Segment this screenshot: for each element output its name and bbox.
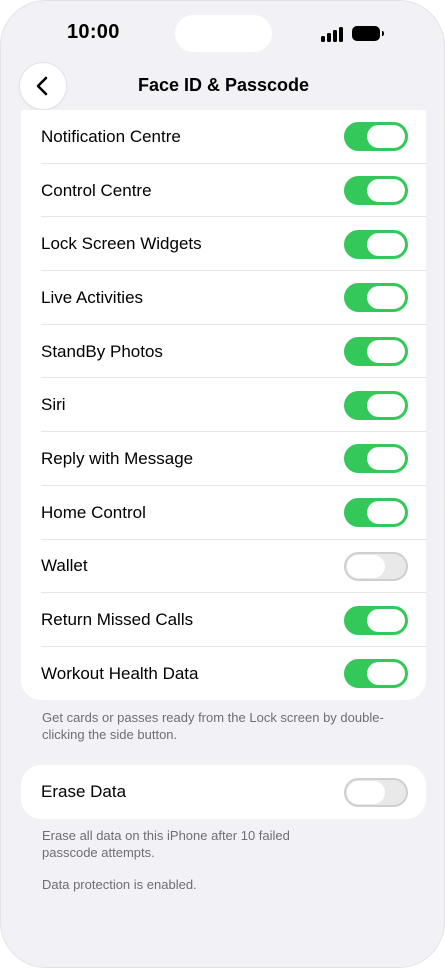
toggle-row: Workout Health Data	[21, 647, 426, 700]
row-label: Erase Data	[41, 782, 127, 801]
toggle-row: Siri	[21, 378, 426, 433]
status-time: 10:00	[67, 21, 120, 43]
dynamic-island	[175, 15, 272, 52]
row-label: Control Centre	[41, 180, 152, 200]
wallet-footnote: Get cards or passes ready from the Lock …	[42, 710, 384, 742]
toggle-row: Reply with Message	[21, 432, 426, 486]
control-centre-toggle[interactable]	[344, 176, 408, 206]
workout-health-data-toggle[interactable]	[344, 659, 408, 689]
home-control-toggle[interactable]	[344, 498, 408, 528]
toggle-row: Live Activities	[21, 271, 426, 325]
standby-photos-toggle[interactable]	[344, 337, 408, 367]
live-activities-toggle[interactable]	[344, 283, 408, 313]
row-label: Siri	[41, 395, 66, 415]
notification-centre-toggle[interactable]	[344, 122, 408, 152]
battery-icon	[352, 26, 384, 41]
siri-toggle[interactable]	[344, 390, 408, 420]
cellular-signal-icon	[321, 27, 345, 42]
return-missed-calls-toggle[interactable]	[344, 605, 408, 635]
phone-screen: 10:00 Face ID & Passcode Notification Ce…	[0, 0, 445, 968]
toggle-row: Control Centre	[21, 164, 426, 218]
toggle-row: Erase Data	[21, 765, 426, 819]
row-label: Workout Health Data	[41, 663, 199, 683]
erase-data-group: Erase Data	[21, 765, 426, 819]
status-bar: 10:00	[1, 1, 444, 65]
wallet-toggle[interactable]	[344, 551, 408, 581]
row-label: Home Control	[41, 502, 146, 522]
row-label: Reply with Message	[41, 448, 194, 468]
toggle-row: StandBy Photos	[21, 325, 426, 379]
row-label: Wallet	[41, 556, 88, 576]
toggle-row: Lock Screen Widgets	[21, 217, 426, 272]
data-protection-note: Data protection is enabled.	[42, 877, 197, 892]
erase-data-toggle[interactable]	[344, 777, 408, 807]
toggle-row: Home Control	[21, 486, 426, 540]
lock-screen-widgets-toggle[interactable]	[344, 229, 408, 259]
toggle-row: Notification Centre	[21, 110, 426, 164]
row-label: Return Missed Calls	[41, 610, 194, 630]
row-label: Notification Centre	[41, 126, 181, 146]
toggle-row: Wallet	[21, 540, 426, 594]
row-label: StandBy Photos	[41, 341, 163, 361]
row-label: Live Activities	[41, 287, 144, 307]
row-label: Lock Screen Widgets	[41, 234, 202, 254]
lock-screen-access-group: Notification Centre Control Centre Lock …	[21, 110, 426, 700]
toggle-row: Return Missed Calls	[21, 593, 426, 647]
page-title: Face ID & Passcode	[137, 75, 310, 95]
reply-with-message-toggle[interactable]	[344, 444, 408, 474]
erase-data-footnote: Erase all data on this iPhone after 10 f…	[42, 828, 290, 860]
